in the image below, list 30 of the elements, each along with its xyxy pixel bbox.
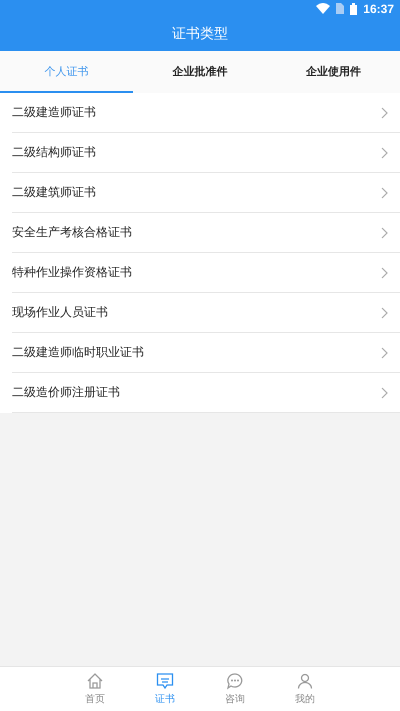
nav-tab[interactable]: 咨询 xyxy=(215,667,255,711)
person-icon xyxy=(296,672,314,690)
chevron-right-icon xyxy=(381,306,388,318)
wifi-icon xyxy=(316,3,330,14)
certificate-list-item[interactable]: 二级建筑师证书 xyxy=(12,173,400,213)
page-title: 证书类型 xyxy=(172,25,228,43)
tab[interactable]: 企业批准件 xyxy=(133,51,267,93)
chevron-right-icon xyxy=(381,346,388,358)
home-icon xyxy=(86,672,104,690)
certificate-list-item[interactable]: 二级建造师临时职业证书 xyxy=(12,333,400,373)
no-sim-icon xyxy=(336,3,344,14)
certificate-list-item[interactable]: 现场作业人员证书 xyxy=(12,293,400,333)
certificate-list-item[interactable]: 二级造价师注册证书 xyxy=(12,373,400,413)
nav-tab[interactable]: 首页 xyxy=(75,667,115,711)
chevron-right-icon xyxy=(381,106,388,118)
certificate-list-item[interactable]: 二级结构师证书 xyxy=(12,133,400,173)
nav-tab[interactable]: 我的 xyxy=(285,667,325,711)
status-time: 16:37 xyxy=(363,2,394,16)
tab[interactable]: 企业使用件 xyxy=(266,51,400,93)
chevron-right-icon xyxy=(381,266,388,278)
certificate-icon xyxy=(156,672,174,690)
certificate-list-item[interactable]: 安全生产考核合格证书 xyxy=(12,213,400,253)
chevron-right-icon xyxy=(381,146,388,158)
chat-icon xyxy=(226,672,244,690)
battery-icon xyxy=(350,2,358,14)
certificate-list-item[interactable]: 特种作业操作资格证书 xyxy=(12,253,400,293)
chevron-right-icon xyxy=(381,186,388,198)
chevron-right-icon xyxy=(381,226,388,238)
certificate-list-item[interactable]: 二级建造师证书 xyxy=(12,93,400,133)
chevron-right-icon xyxy=(381,386,388,398)
